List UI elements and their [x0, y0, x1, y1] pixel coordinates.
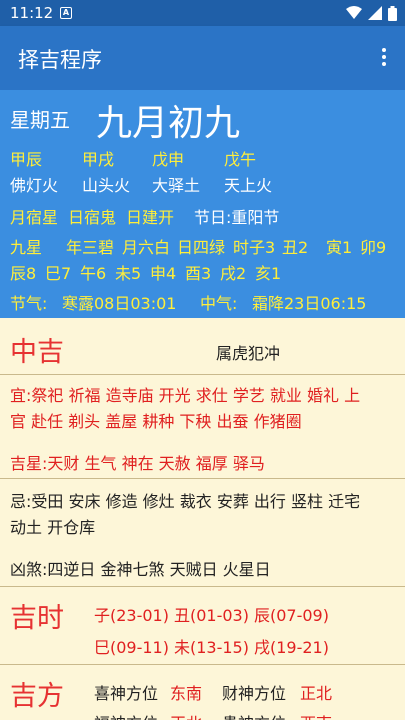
jishi-slot: 巳(09-11)	[94, 638, 169, 657]
fushen-label: 福神方位	[94, 710, 158, 720]
nayin-month: 山头火	[82, 176, 131, 195]
day-jian: 日建开	[126, 208, 175, 227]
jixing-value: 天财 生气 神在 天赦 福厚 驿马	[47, 454, 265, 473]
rating-level: 中吉	[10, 337, 64, 368]
nayin-hour: 天上火	[224, 176, 273, 195]
jiuxing-item: 年三碧	[66, 238, 115, 257]
notification-icon: A	[60, 7, 72, 19]
xishen-direction: 东南	[170, 684, 203, 703]
jishi-slot: 戌(19-21)	[254, 638, 329, 657]
jiuxing-item: 午6	[80, 264, 107, 283]
guishen-direction: 西南	[300, 710, 332, 720]
caishen-direction: 正北	[300, 684, 333, 703]
yi-items-1: 祭祀 祈福 造寺庙 开光 求仕 学艺 就业 婚礼 上	[31, 386, 361, 405]
jieqi-value: 寒露08日03:01	[62, 294, 177, 313]
date-info-panel: 星期五 九月初九 甲辰 甲戌 戊申 戊午 佛灯火 山头火 大驿土 天上火 月宿星…	[0, 90, 405, 318]
yi-label: 宜:	[10, 386, 32, 405]
ji-line-1: 忌:受田 安床 修造 修灶 裁衣 安葬 出行 竖柱 迁宅	[10, 488, 360, 512]
status-time: 11:12	[10, 4, 54, 22]
ganzhi-month: 甲戌	[82, 150, 115, 169]
jiuxing-item: 丑2	[282, 238, 309, 257]
yi-line-1: 宜:祭祀 祈福 造寺庙 开光 求仕 学艺 就业 婚礼 上	[10, 382, 360, 406]
fushen-direction: 正北	[170, 710, 202, 720]
system-icons	[346, 5, 397, 21]
guishen-label: 贵神方位	[222, 710, 286, 720]
jiuxing-item: 巳7	[45, 264, 72, 283]
ganzhi-hour: 戊午	[224, 150, 257, 169]
divider	[0, 586, 405, 587]
status-bar: 11:12 A	[0, 0, 405, 26]
divider	[0, 478, 405, 479]
jiuxing-item: 未5	[115, 264, 142, 283]
signal-icon	[368, 6, 382, 20]
jiuxing-item: 时子3	[233, 238, 276, 257]
day-xiu: 日宿鬼	[68, 208, 117, 227]
jiuxing-item: 酉3	[185, 264, 212, 283]
battery-icon	[388, 5, 397, 21]
jishi-slot: 辰(07-09)	[254, 606, 329, 625]
jishi-slot: 未(13-15)	[174, 638, 249, 657]
ji-line-2: 动土 开仓库	[10, 518, 96, 537]
jiuxing-item: 戌2	[220, 264, 247, 283]
ganzhi-day: 戊申	[152, 150, 185, 169]
jixing-label: 吉星:	[10, 454, 48, 473]
detail-panel: 中吉 属虎犯冲 宜:祭祀 祈福 造寺庙 开光 求仕 学艺 就业 婚礼 上 官 赴…	[0, 318, 405, 720]
jifang-title: 吉方	[10, 681, 64, 712]
jiuxing-item: 日四绿	[177, 238, 226, 257]
app-title: 择吉程序	[18, 48, 102, 72]
jiuxing-item: 月六白	[122, 238, 171, 257]
yi-line-2: 官 赴任 剃头 盖屋 耕种 下秧 出蚕 作猪圈	[10, 412, 302, 431]
jishi-slot: 丑(01-03)	[174, 606, 249, 625]
jiuxing-item: 卯9	[360, 238, 387, 257]
app-bar: 择吉程序	[0, 26, 405, 90]
lunar-date: 九月初九	[96, 103, 241, 144]
zhongqi-value: 霜降23日06:15	[252, 294, 367, 313]
jiuxing-label: 九星	[10, 238, 43, 257]
xishen-label: 喜神方位	[94, 684, 159, 703]
xiongsha-value: 四逆日 金神七煞 天贼日 火星日	[47, 560, 271, 579]
jishi-title: 吉时	[10, 603, 64, 634]
overflow-menu-icon[interactable]	[377, 46, 391, 70]
nayin-year: 佛灯火	[10, 176, 59, 195]
weekday: 星期五	[10, 108, 70, 132]
xiongsha-line: 凶煞:四逆日 金神七煞 天贼日 火星日	[10, 556, 271, 580]
ji-items-1: 受田 安床 修造 修灶 裁衣 安葬 出行 竖柱 迁宅	[31, 492, 361, 511]
nayin-day: 大驿土	[152, 176, 201, 195]
ji-label: 忌:	[10, 492, 32, 511]
jiuxing-item: 寅1	[326, 238, 353, 257]
festival: 节日:重阳节	[194, 208, 280, 227]
divider	[0, 374, 405, 375]
jixing-line: 吉星:天财 生气 神在 天赦 福厚 驿马	[10, 450, 265, 474]
jishi-slot: 子(23-01)	[94, 606, 169, 625]
jiuxing-item: 辰8	[10, 264, 37, 283]
caishen-label: 财神方位	[222, 684, 287, 703]
chong-text: 属虎犯冲	[216, 344, 281, 363]
divider	[0, 664, 405, 665]
zhongqi-label: 中气:	[200, 294, 238, 313]
wifi-icon	[346, 6, 362, 19]
month-xiu: 月宿星	[10, 208, 59, 227]
ganzhi-year: 甲辰	[10, 150, 43, 169]
jieqi-label: 节气:	[10, 294, 48, 313]
jiuxing-item: 申4	[150, 264, 177, 283]
xiongsha-label: 凶煞:	[10, 560, 48, 579]
jiuxing-item: 亥1	[255, 264, 282, 283]
